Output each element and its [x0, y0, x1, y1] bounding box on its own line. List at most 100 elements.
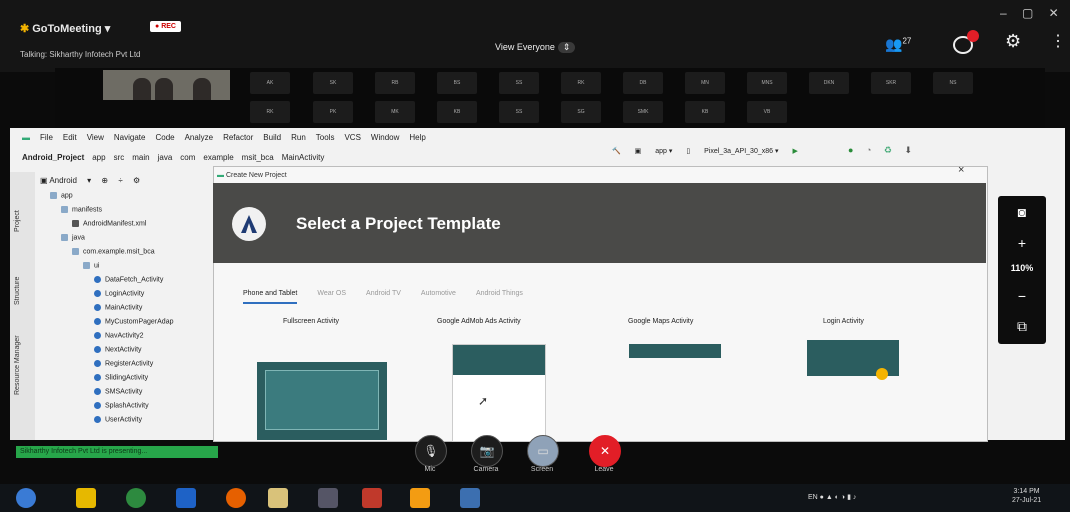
- participant-tile[interactable]: VB: [747, 101, 787, 123]
- participant-tile[interactable]: MNS: [747, 72, 787, 94]
- tree-node[interactable]: MainActivity: [94, 304, 142, 311]
- menu-item-run[interactable]: Run: [291, 133, 306, 142]
- participant-tile[interactable]: SKR: [871, 72, 911, 94]
- breadcrumb-item[interactable]: java: [158, 153, 173, 162]
- participant-tile[interactable]: SG: [561, 101, 601, 123]
- tree-node[interactable]: AndroidManifest.xml: [72, 220, 146, 227]
- tree-node[interactable]: SMSActivity: [94, 388, 142, 395]
- participant-tile[interactable]: SMK: [623, 101, 663, 123]
- menu-item-help[interactable]: Help: [409, 133, 425, 142]
- device-select[interactable]: ▯ Pixel_3a_API_30_x86 ▾: [686, 148, 778, 155]
- leave-button[interactable]: ✕: [589, 435, 621, 467]
- tree-node[interactable]: ui: [83, 262, 99, 269]
- app-icon[interactable]: [318, 488, 338, 508]
- dialog-close-icon[interactable]: ×: [958, 164, 964, 176]
- taskbar-clock[interactable]: 3:14 PM 27-Jul-21: [1012, 487, 1041, 505]
- tab-phone-and-tablet[interactable]: Phone and Tablet: [243, 290, 298, 304]
- participant-tile[interactable]: NS: [933, 72, 973, 94]
- side-tab-project[interactable]: Project: [14, 210, 21, 232]
- tree-node[interactable]: DataFetch_Activity: [94, 276, 163, 283]
- explorer-icon[interactable]: [76, 488, 96, 508]
- participant-tile[interactable]: MN: [685, 72, 725, 94]
- participant-tile[interactable]: AK: [250, 72, 290, 94]
- project-view-select[interactable]: ▣ Android ▾: [40, 176, 91, 185]
- view-selector[interactable]: View Everyone ⇕: [495, 42, 576, 53]
- menu-item-window[interactable]: Window: [371, 133, 399, 142]
- run-icon[interactable]: ▶: [792, 148, 797, 155]
- breadcrumb-item[interactable]: com: [180, 153, 195, 162]
- menu-item-analyze[interactable]: Analyze: [185, 133, 213, 142]
- tree-node[interactable]: UserActivity: [94, 416, 142, 423]
- side-tab-structure[interactable]: Structure: [14, 277, 21, 305]
- android-studio-taskbar-icon[interactable]: [460, 488, 480, 508]
- breadcrumb-item[interactable]: example: [203, 153, 233, 162]
- snapshot-camera-icon[interactable]: ◙: [998, 204, 1046, 220]
- menu-item-navigate[interactable]: Navigate: [114, 133, 146, 142]
- menu-item-code[interactable]: Code: [155, 133, 174, 142]
- participant-tile[interactable]: PK: [313, 101, 353, 123]
- tree-node[interactable]: SlidingActivity: [94, 374, 148, 381]
- participant-tile[interactable]: DKN: [809, 72, 849, 94]
- hammer-icon[interactable]: 🔨: [612, 148, 621, 155]
- tab-android-tv[interactable]: Android TV: [366, 290, 401, 297]
- menu-item-build[interactable]: Build: [263, 133, 281, 142]
- breadcrumb-item[interactable]: app: [92, 153, 105, 162]
- template-card-admob[interactable]: [452, 344, 546, 442]
- tab-automotive[interactable]: Automotive: [421, 290, 456, 297]
- participant-tile[interactable]: SS: [499, 101, 539, 123]
- chrome-icon[interactable]: [126, 488, 146, 508]
- menu-item-edit[interactable]: Edit: [63, 133, 77, 142]
- tree-node[interactable]: MyCustomPagerAdap: [94, 318, 173, 325]
- breadcrumb-item[interactable]: MainActivity: [282, 153, 325, 162]
- mic-button[interactable]: 🎙: [415, 435, 447, 467]
- run-config-select[interactable]: ▣ app ▾: [635, 148, 673, 155]
- participant-tile[interactable]: KB: [437, 101, 477, 123]
- edge-icon[interactable]: [176, 488, 196, 508]
- sync-icon[interactable]: ♻: [884, 145, 892, 155]
- participant-tile[interactable]: SS: [499, 72, 539, 94]
- screen-share-button[interactable]: ▭: [527, 435, 559, 467]
- tree-node[interactable]: com.example.msit_bca: [72, 248, 155, 255]
- breadcrumb-item[interactable]: msit_bca: [242, 153, 274, 162]
- start-button-icon[interactable]: [16, 488, 36, 508]
- sdk-manager-icon[interactable]: ⬇: [905, 145, 913, 155]
- breadcrumb-item[interactable]: Android_Project: [22, 153, 84, 162]
- run-configuration[interactable]: 🔨 ▣ app ▾ ▯ Pixel_3a_API_30_x86 ▾ ▶: [600, 147, 798, 155]
- folder-icon[interactable]: [268, 488, 288, 508]
- camera-button[interactable]: 📷: [471, 435, 503, 467]
- gotomeeting-taskbar-icon[interactable]: [410, 488, 430, 508]
- menu-item-file[interactable]: File: [40, 133, 53, 142]
- participant-tile[interactable]: BS: [437, 72, 477, 94]
- tree-node[interactable]: NavActivity2: [94, 332, 144, 339]
- tree-node[interactable]: java: [61, 234, 85, 241]
- side-tab-resource-manager[interactable]: Resource Manager: [14, 335, 21, 395]
- more-options-icon[interactable]: ⋮: [1050, 31, 1066, 51]
- system-tray[interactable]: EN ● ▲ ◐ ◑ ▮ ♪: [808, 493, 856, 501]
- tree-node[interactable]: LoginActivity: [94, 290, 144, 297]
- rec-badge[interactable]: ● REC: [150, 21, 181, 32]
- profiler-icon[interactable]: ◔: [866, 145, 871, 155]
- debug-icon[interactable]: ●: [848, 145, 853, 155]
- menu-item-vcs[interactable]: VCS: [344, 133, 360, 142]
- tree-node[interactable]: SplashActivity: [94, 402, 149, 409]
- participant-tile[interactable]: KB: [685, 101, 725, 123]
- menu-item-view[interactable]: View: [87, 133, 104, 142]
- attendees-button[interactable]: 👥27: [885, 36, 911, 53]
- breadcrumb-item[interactable]: main: [132, 153, 149, 162]
- settings-icon[interactable]: ⚙: [133, 176, 140, 185]
- collapse-icon[interactable]: ÷: [118, 176, 122, 185]
- tree-node[interactable]: NextActivity: [94, 346, 142, 353]
- participant-tile[interactable]: RB: [375, 72, 415, 94]
- tab-wear-os[interactable]: Wear OS: [317, 290, 346, 297]
- tree-node[interactable]: RegisterActivity: [94, 360, 153, 367]
- participant-tile[interactable]: RK: [561, 72, 601, 94]
- participant-tile[interactable]: SK: [313, 72, 353, 94]
- settings-gear-icon[interactable]: ⚙: [1005, 31, 1021, 52]
- zoom-in-icon[interactable]: +: [998, 235, 1046, 251]
- camera-video-tile[interactable]: [103, 70, 230, 100]
- template-card-fullscreen[interactable]: [257, 362, 387, 440]
- tree-node[interactable]: app: [50, 192, 73, 199]
- chrome-window-icon[interactable]: [362, 488, 382, 508]
- pop-out-icon[interactable]: ⧉: [998, 318, 1046, 335]
- tab-android-things[interactable]: Android Things: [476, 290, 523, 297]
